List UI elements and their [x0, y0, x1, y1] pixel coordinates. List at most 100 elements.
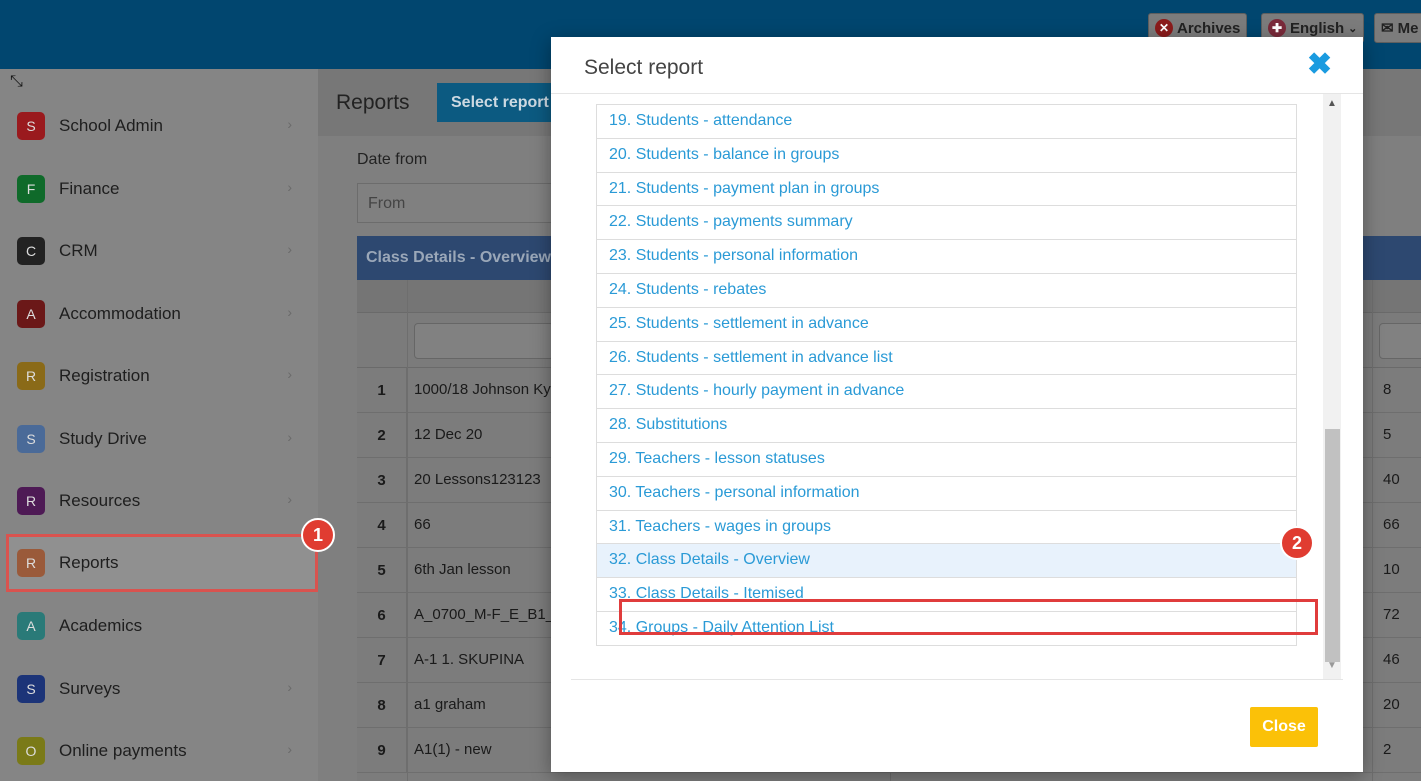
row-name: A1(1) - new [414, 741, 492, 758]
modal-header: Select report ✖ [551, 37, 1363, 94]
report-list-viewport[interactable]: 19. Students - attendance 20. Students -… [571, 94, 1343, 680]
sidebar-item-label: Accommodation [59, 304, 181, 323]
row-name: 1000/18 Johnson Ky [414, 381, 551, 398]
x-circle-icon: ✕ [1155, 19, 1173, 37]
sidebar-badge: S [17, 675, 45, 703]
row-value: 20 [1383, 696, 1400, 713]
sidebar-item-finance[interactable]: F Finance › [6, 161, 318, 217]
sidebar-item-accommodation[interactable]: A Accommodation › [6, 286, 318, 342]
table-title: Class Details - Overview [366, 249, 551, 266]
sidebar-item-label: Registration [59, 366, 150, 385]
sidebar-item-online-payments[interactable]: O Online payments › [6, 723, 318, 779]
sidebar-badge: A [17, 300, 45, 328]
filter-input[interactable] [414, 323, 554, 359]
sidebar-item-label: Resources [59, 491, 141, 510]
row-name: 66 [414, 516, 431, 533]
page-title: Reports [336, 91, 410, 114]
chevron-right-icon: › [287, 116, 292, 132]
sidebar-item-school-admin[interactable]: S School Admin › [6, 98, 318, 154]
callout-badge-1: 1 [301, 518, 335, 552]
report-list: 19. Students - attendance 20. Students -… [596, 104, 1297, 646]
row-value: 40 [1383, 471, 1400, 488]
row-name: 6th Jan lesson [414, 561, 511, 578]
row-value: 66 [1383, 516, 1400, 533]
chevron-right-icon: › [287, 429, 292, 445]
report-item[interactable]: 21. Students - payment plan in groups [597, 171, 1296, 206]
chevron-right-icon: › [287, 304, 292, 320]
sidebar-item-study-drive[interactable]: S Study Drive › [6, 411, 318, 467]
report-item[interactable]: 25. Students - settlement in advance [597, 306, 1296, 341]
row-name: A-1 1. SKUPINA [414, 651, 525, 668]
sidebar-item-label: Online payments [59, 741, 187, 760]
report-item[interactable]: 24. Students - rebates [597, 272, 1296, 307]
sidebar-item-label: Study Drive [59, 429, 147, 448]
scrollbar-thumb[interactable] [1325, 429, 1340, 662]
row-number: 5 [357, 548, 407, 593]
chevron-right-icon: › [287, 179, 292, 195]
chevron-right-icon: › [287, 241, 292, 257]
sidebar-item-crm[interactable]: C CRM › [6, 223, 318, 279]
row-number: 9 [357, 728, 407, 773]
sidebar-item-label: Academics [59, 616, 143, 635]
chevron-right-icon: › [287, 366, 292, 382]
row-name: 20 Lessons123123 [414, 471, 541, 488]
scroll-up-icon[interactable]: ▲ [1327, 98, 1337, 109]
sidebar-item-registration[interactable]: R Registration › [6, 348, 318, 404]
sidebar-badge: R [17, 487, 45, 515]
row-name: a1 graham [414, 696, 486, 713]
sidebar-item-label: School Admin [59, 116, 163, 135]
sidebar-badge: S [17, 425, 45, 453]
report-item[interactable]: 29. Teachers - lesson statuses [597, 441, 1296, 476]
row-value: 46 [1383, 651, 1400, 668]
row-number: 4 [357, 503, 407, 548]
close-icon[interactable]: ✖ [1307, 49, 1332, 81]
selection-highlight [619, 599, 1318, 635]
close-button[interactable]: Close [1250, 707, 1318, 747]
row-number: 3 [357, 458, 407, 503]
report-item[interactable]: 27. Students - hourly payment in advance [597, 374, 1296, 408]
sidebar-item-resources[interactable]: R Resources › [6, 473, 318, 529]
report-item[interactable]: 22. Students - payments summary [597, 205, 1296, 239]
select-report-button[interactable]: Select report [437, 83, 563, 122]
language-label: English [1290, 19, 1345, 37]
row-number: 2 [357, 413, 407, 458]
messages-button[interactable]: ✉ Me [1374, 13, 1421, 43]
sidebar-badge: A [17, 612, 45, 640]
chevron-right-icon: › [287, 679, 292, 695]
scrollbar[interactable]: ▲ ▼ [1323, 94, 1341, 679]
sidebar-item-label: Reports [59, 553, 119, 572]
sidebar-item-label: Surveys [59, 679, 121, 698]
row-value: 5 [1383, 426, 1392, 443]
sidebar-badge: C [17, 237, 45, 265]
sidebar-badge: S [17, 112, 45, 140]
report-item[interactable]: 23. Students - personal information [597, 239, 1296, 273]
report-item[interactable]: 19. Students - attendance [597, 104, 1296, 138]
chevron-down-icon: ⌄ [1348, 22, 1358, 35]
date-from-input[interactable]: From [357, 183, 557, 223]
row-number: 1 [357, 368, 407, 413]
chevron-right-icon: › [287, 741, 292, 757]
row-number: 8 [357, 683, 407, 728]
sidebar-item-reports[interactable]: R Reports [6, 534, 318, 592]
sidebar-badge: R [17, 549, 45, 577]
report-item[interactable]: 26. Students - settlement in advance lis… [597, 340, 1296, 375]
scroll-down-icon[interactable]: ▼ [1327, 660, 1337, 671]
row-value: 72 [1383, 606, 1400, 623]
row-value: 2 [1383, 741, 1392, 758]
report-item[interactable]: 31. Teachers - wages in groups [597, 509, 1296, 544]
chevron-right-icon: › [287, 491, 292, 507]
callout-badge-2: 2 [1280, 526, 1314, 560]
report-item[interactable]: 28. Substitutions [597, 408, 1296, 442]
report-item[interactable]: 20. Students - balance in groups [597, 137, 1296, 172]
messages-label: Me [1397, 19, 1419, 37]
sidebar: ⤡ S School Admin › F Finance › C CRM › A… [0, 69, 318, 781]
uk-flag-icon: ✚ [1268, 19, 1286, 37]
collapse-icon[interactable]: ⤡ [10, 73, 23, 91]
sidebar-item-academics[interactable]: A Academics [6, 598, 318, 654]
sidebar-item-surveys[interactable]: S Surveys › [6, 661, 318, 717]
sidebar-item-label: Finance [59, 179, 120, 198]
report-item[interactable]: 30. Teachers - personal information [597, 475, 1296, 510]
sidebar-badge: O [17, 737, 45, 765]
filter-input[interactable] [1379, 323, 1421, 359]
report-item-selected[interactable]: 32. Class Details - Overview [597, 543, 1296, 578]
